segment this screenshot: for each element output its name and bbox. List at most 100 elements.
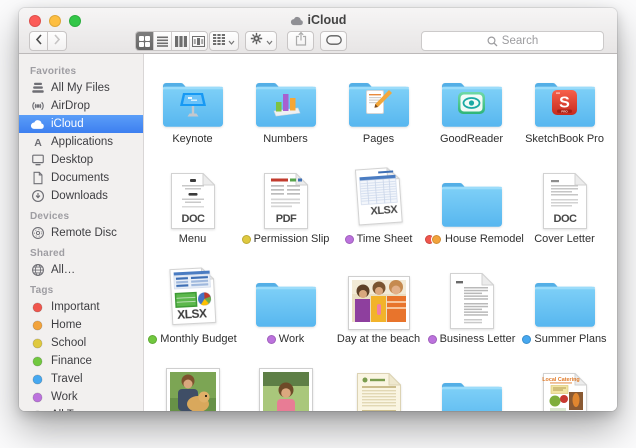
coverflow-view-icon [192,36,205,47]
search-placeholder: Search [502,35,538,47]
grid-view-icon [139,36,150,47]
grid-item[interactable] [146,362,239,411]
document-icon: XLSX [170,262,216,330]
tag-dot-icon [30,354,45,369]
grid-item[interactable] [425,362,518,411]
sidebar-item-airdrop[interactable]: AirDrop [19,97,143,115]
grid-item-summer-plans[interactable]: Summer Plans [518,262,611,362]
item-label: Permission Slip [254,233,330,245]
item-label: Business Letter [440,333,516,345]
icon-view-button[interactable] [136,32,154,50]
list-view-button[interactable] [154,32,172,50]
grid-item[interactable]: Local Catering [518,362,611,411]
toolbar: Search [19,30,617,52]
tag-dot-icon [30,336,45,351]
grid-item-monthly-budget[interactable]: XLSXMonthly Budget [146,262,239,362]
grid-item-cover-letter[interactable]: DOCCover Letter [518,162,611,262]
document-icon [30,171,45,186]
item-label-row: Day at the beach [337,333,420,345]
photo-icon [259,362,313,411]
item-label: Time Sheet [357,233,413,245]
grid-item[interactable] [239,362,332,411]
item-label-row: Work [267,333,304,345]
sidebar-item-important[interactable]: Important [19,298,143,316]
sidebar-item-finance[interactable]: Finance [19,352,143,370]
sidebar-item-label: School [51,337,86,349]
search-input[interactable]: Search [421,31,604,51]
sidebar-item-label: Remote Disc [51,227,117,239]
airdrop-icon [30,99,45,114]
item-label: SketchBook Pro [525,133,604,145]
back-button[interactable] [29,31,48,51]
tags-button[interactable] [320,31,347,51]
item-label: Day at the beach [337,333,420,345]
window-title: iCloud [19,13,617,29]
grid-item-house-remodel[interactable]: House Remodel [425,162,518,262]
sidebar-section-shared: Shared [19,242,143,261]
chevron-right-icon [53,32,61,50]
sidebar-item-all[interactable]: All… [19,261,143,279]
sidebar-item-label: Downloads [51,190,108,202]
sidebar-item-icloud[interactable]: iCloud [19,115,143,133]
grid-item-time-sheet[interactable]: XLSXTime Sheet [332,162,425,262]
sidebar-item-school[interactable]: School [19,334,143,352]
document-icon: Local Catering [542,362,588,411]
gear-icon [250,32,263,50]
sidebar-item-work[interactable]: Work [19,388,143,406]
grid-item-permission-slip[interactable]: PDFPermission Slip [239,162,332,262]
sidebar-item-label: Documents [51,172,109,184]
grid-item-numbers[interactable]: Numbers [239,62,332,162]
photo-icon [348,262,410,330]
item-label-row: Numbers [263,133,308,145]
sidebar-item-home[interactable]: Home [19,316,143,334]
grid-item[interactable] [332,362,425,411]
item-label: Numbers [263,133,308,145]
action-button[interactable] [245,31,277,51]
share-button[interactable] [287,31,314,51]
grid-item-sketchbook-pro[interactable]: SPROSketchBook Pro [518,62,611,162]
sidebar-item-desktop[interactable]: Desktop [19,151,143,169]
icon-grid: Keynote Numbers PagesGoodReaderSPROSketchB… [145,54,617,411]
grid-item-keynote[interactable]: Keynote [146,62,239,162]
sidebar-item-label: Home [51,319,82,331]
sidebar-item-downloads[interactable]: Downloads [19,187,143,205]
sidebar-item-documents[interactable]: Documents [19,169,143,187]
column-view-button[interactable] [172,32,190,50]
tag-dot-icon [30,372,45,387]
letter-a-icon: A [30,135,45,150]
svg-text:A: A [34,137,42,149]
coverflow-view-button[interactable] [190,32,207,50]
tag-dot-icon [30,318,45,333]
item-label-row: Menu [179,233,207,245]
sidebar-item-all-my-files[interactable]: All My Files [19,79,143,97]
svg-text:Local Catering: Local Catering [542,377,579,383]
sidebar-item-label: Important [51,301,100,313]
globe-icon [30,263,45,278]
tag-dot-icon [30,300,45,315]
item-label: House Remodel [445,233,524,245]
grid-item-pages[interactable]: Pages [332,62,425,162]
view-segmented-control [135,31,208,51]
grid-item-goodreader[interactable]: GoodReader [425,62,518,162]
sidebar-section-tags: Tags [19,279,143,298]
item-label-row: Permission Slip [242,233,330,245]
sidebar-item-travel[interactable]: Travel [19,370,143,388]
sidebar-item-applications[interactable]: AApplications [19,133,143,151]
grid-item-business-letter[interactable]: Business Letter [425,262,518,362]
cloud-icon [30,117,45,132]
tag-dot-icon [431,234,442,245]
grid-item-menu[interactable]: DOC Menu [146,162,239,262]
svg-text:DOC: DOC [181,213,205,225]
sidebar-item-remote-disc[interactable]: Remote Disc [19,224,143,242]
item-label-row: House Remodel [425,233,518,245]
document-icon: DOC [542,162,588,230]
grid-item-work[interactable]: Work [239,262,332,362]
sidebar-item-label: AirDrop [51,100,90,112]
finder-window: iCloud Search Fav [19,8,617,411]
item-label: Work [279,333,304,345]
arrange-button[interactable] [209,31,239,51]
forward-button[interactable] [48,31,67,51]
sidebar-item-all-tags[interactable]: All Tags… [19,406,143,411]
grid-item-day-at-the-beach[interactable]: Day at the beach [332,262,425,362]
chevron-down-icon [228,32,235,50]
